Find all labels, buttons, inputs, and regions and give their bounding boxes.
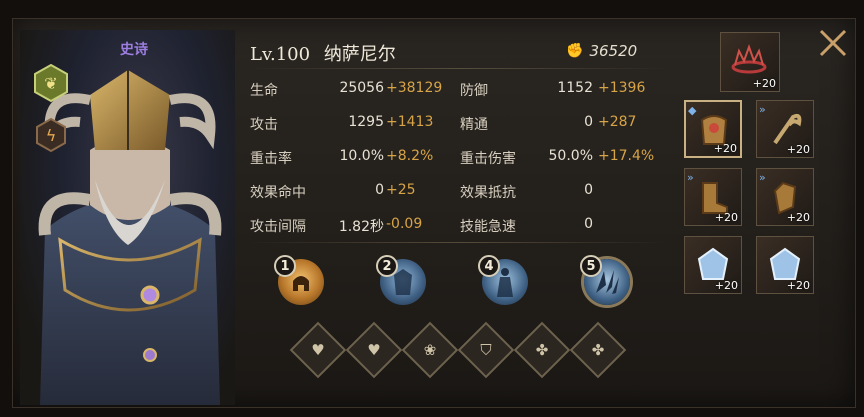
sprout-plus-icon: ✤ [591,341,605,359]
stat-base-value: 1152 [557,80,593,96]
equip-level: +20 [714,211,738,224]
stat-label: 攻击 [250,117,278,133]
skill-number: 1 [274,255,296,277]
divider [248,68,668,69]
stat-base-value: 1.82秒 [338,219,384,235]
skill-4[interactable]: 4 [478,255,532,309]
stat-label: 重击伤害 [460,151,516,167]
stat-bonus-value: +25 [386,182,416,198]
class-badge[interactable]: ❦ [32,64,70,102]
stat-bonus-value: -0.09 [386,216,423,232]
fist-icon: ✊ [566,43,584,59]
sprout-plus-icon: ✤ [535,341,549,359]
stat-label: 技能急速 [460,219,516,235]
crown-icon [731,44,767,74]
hero-title: Lv.100 纳萨尼尔 [250,40,396,66]
equip-level: +20 [786,279,810,292]
equip-level: +20 [714,279,738,292]
equip-level: +20 [786,143,810,156]
close-button[interactable] [816,26,850,60]
skill-number: 5 [580,255,602,277]
equip-armor[interactable]: ◆ +20 [684,100,742,158]
stat-label: 生命 [250,83,278,99]
stat-label: 效果命中 [250,185,306,201]
skill-number: 4 [478,255,500,277]
stat-base-value: 1295 [348,114,384,130]
stat-row: 攻击 1295 +1413 精通 0 +287 [250,114,660,136]
combat-power: ✊ 36520 [566,42,637,60]
stat-row: 生命 25056 +38129 防御 1152 +1396 [250,80,660,102]
hero-level: Lv.100 [250,44,311,65]
equip-level: +20 [752,77,776,90]
stat-label: 攻击间隔 [250,219,306,235]
equip-level: +20 [786,211,810,224]
heart-hand-icon: ♥ [367,341,381,359]
stat-bonus-value: +38129 [386,80,443,96]
shield-heart-icon: ⛉ [480,341,492,359]
skill-1[interactable]: 1 [274,255,328,309]
equip-weapon[interactable]: » +20 [756,100,814,158]
rarity-label: 史诗 [120,42,148,58]
stat-bonus-value: +8.2% [386,148,434,164]
equip-crown[interactable]: +20 [720,32,780,92]
equip-crystal-2[interactable]: +20 [756,236,814,294]
equip-gauntlet[interactable]: » +20 [756,168,814,226]
equip-level: +20 [713,142,737,155]
skill-5[interactable]: 5 [580,255,634,309]
divider [248,242,668,243]
stat-label: 防御 [460,83,488,99]
element-badge[interactable]: ϟ [32,116,70,154]
lotus-icon: ❀ [423,341,437,359]
stat-base-value: 25056 [339,80,384,96]
stat-row: 攻击间隔 1.82秒 -0.09 技能急速 0 [250,216,660,238]
stat-base-value: 0 [375,182,384,198]
stat-bonus-value: +17.4% [598,148,655,164]
stat-row: 重击率 10.0% +8.2% 重击伤害 50.0% +17.4% [250,148,660,170]
stat-base-value: 50.0% [548,148,593,164]
stat-label: 重击率 [250,151,292,167]
stat-bonus-value: +1413 [386,114,434,130]
close-icon [819,29,847,57]
heart-icon: ♥ [311,341,325,359]
stat-base-value: 0 [584,216,593,232]
stat-base-value: 0 [584,114,593,130]
stat-base-value: 0 [584,182,593,198]
lightning-icon: ϟ [45,125,57,145]
equip-crystal-1[interactable]: +20 [684,236,742,294]
stat-bonus-value: +287 [598,114,637,130]
leaf-emblem-icon: ❦ [44,73,58,93]
combat-power-value: 36520 [589,42,638,60]
stat-bonus-value: +1396 [598,80,646,96]
equip-boots[interactable]: » +20 [684,168,742,226]
stat-base-value: 10.0% [339,148,384,164]
stat-label: 精通 [460,117,488,133]
skill-number: 2 [376,255,398,277]
hero-name: 纳萨尼尔 [323,44,396,65]
stat-row: 效果命中 0 +25 效果抵抗 0 [250,182,660,204]
skill-2[interactable]: 2 [376,255,430,309]
stat-label: 效果抵抗 [460,185,516,201]
